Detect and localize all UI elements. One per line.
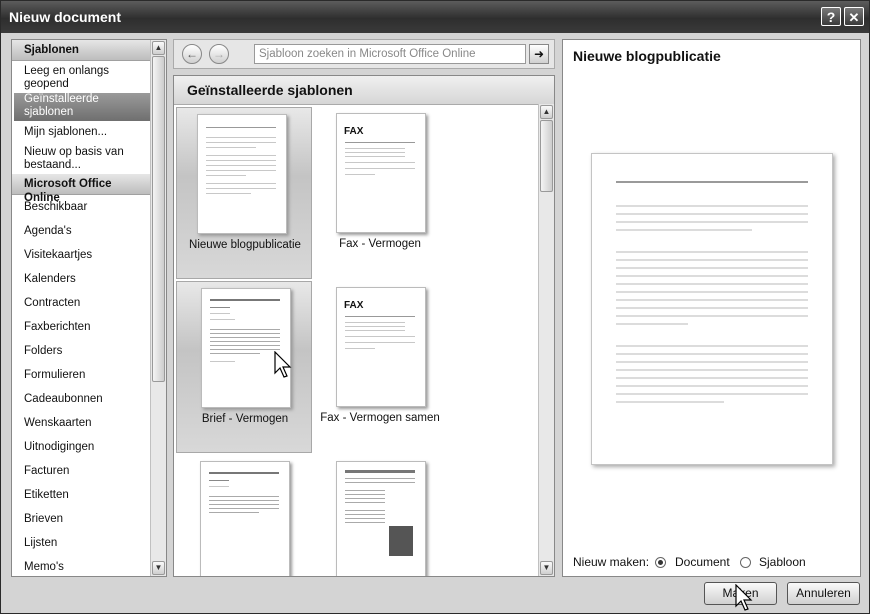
category-panel: Sjablonen Leeg en onlangs geopend Geïnst… [11,39,167,577]
sidebar-item-online[interactable]: Faxberichten [12,315,150,339]
thumb-fax-text: FAX [344,300,364,311]
sidebar-item-installed[interactable]: Geïnstalleerde sjablonen [14,93,150,121]
template-thumbnail: FAX [336,113,426,233]
sidebar-item-online[interactable]: Wenskaarten [12,411,150,435]
go-arrow-icon[interactable]: ➜ [529,44,549,64]
template-thumbnail [197,114,287,234]
template-label: Fax - Vermogen [339,238,421,250]
window-title: Nieuw document [9,9,122,25]
gallery-header: Geïnstalleerde sjablonen [174,76,554,105]
template-tile-6[interactable] [312,455,448,576]
template-label: Nieuwe blogpublicatie [189,239,301,251]
template-label: Brief - Vermogen [201,413,289,425]
scroll-up-icon[interactable]: ▲ [152,41,165,55]
preview-panel: Nieuwe blogpublicatie Nieuw maken: Docum… [562,39,861,577]
template-gallery: Geïnstalleerde sjablonen Nieuwe blogpubl… [173,75,555,577]
section-header-online: Microsoft Office Online [12,174,150,204]
preview-title: Nieuwe blogpublicatie [573,48,721,64]
online-category-list: Beschikbaar Agenda's Visitekaartjes Kalende… [12,195,150,576]
sidebar-item-online[interactable]: Memo's [12,555,150,576]
sidebar-item-online[interactable]: Beschikbaar [12,195,150,219]
template-thumbnail [201,288,291,408]
sidebar-item-online[interactable]: Kalenders [12,267,150,291]
create-as-label: Nieuw maken: [573,555,650,569]
gallery-scrollbar[interactable]: ▲ ▼ [538,104,554,576]
sidebar-item-from-existing[interactable]: Nieuw op basis van bestaand... [12,146,150,174]
mouse-cursor-icon [274,351,292,378]
radio-document-label: Document [675,555,730,569]
scroll-up-icon[interactable]: ▲ [540,105,553,119]
close-button[interactable]: ✕ [844,7,864,26]
gallery-title: Geïnstalleerde sjablonen [187,82,353,98]
sidebar-item-online[interactable]: Agenda's [12,219,150,243]
sidebar-item-online[interactable]: Lijsten [12,531,150,555]
thumb-fax-text: FAX [344,126,364,137]
scroll-down-icon[interactable]: ▼ [152,561,165,575]
sidebar-item-online[interactable]: Formulieren [12,363,150,387]
template-thumbnail [200,461,290,576]
radio-document[interactable] [655,557,666,568]
sidebar-item-online[interactable]: Uitnodigingen [12,435,150,459]
title-bar: Nieuw document ? ✕ [1,1,869,33]
template-thumbnail [336,461,426,576]
template-tile-5[interactable] [176,455,312,576]
section-header-sjablonen: Sjablonen [12,40,150,61]
sidebar-item-online[interactable]: Facturen [12,459,150,483]
template-thumbnail: FAX [336,287,426,407]
navigation-toolbar: ← → Sjabloon zoeken in Microsoft Office … [173,39,555,69]
template-tile-fax[interactable]: FAX Fax - Vermogen [312,107,448,279]
mouse-cursor-icon [735,584,753,611]
scroll-thumb[interactable] [152,56,165,382]
forward-arrow-icon[interactable]: → [209,44,229,64]
sidebar-item-online[interactable]: Contracten [12,291,150,315]
sidebar-item-recent[interactable]: Leeg en onlangs geopend [12,65,150,93]
sidebar-item-online[interactable]: Cadeaubonnen [12,387,150,411]
sidebar-item-online[interactable]: Brieven [12,507,150,531]
sidebar-item-online[interactable]: Etiketten [12,483,150,507]
template-label: Fax - Vermogen samen [320,412,440,424]
cancel-button[interactable]: Annuleren [787,582,860,605]
radio-template[interactable] [740,557,751,568]
search-input[interactable]: Sjabloon zoeken in Microsoft Office Onli… [254,44,526,64]
radio-template-label: Sjabloon [759,555,806,569]
template-tile-fax-samen[interactable]: FAX Fax - Vermogen samen [312,281,448,453]
back-arrow-icon[interactable]: ← [182,44,202,64]
sidebar-item-my-templates[interactable]: Mijn sjablonen... [12,126,150,146]
help-button[interactable]: ? [821,7,841,26]
preview-document [591,153,833,465]
template-tile-blog[interactable]: Nieuwe blogpublicatie [176,107,312,279]
sidebar-item-online[interactable]: Visitekaartjes [12,243,150,267]
category-scrollbar[interactable]: ▲ ▼ [150,40,166,576]
scroll-thumb[interactable] [540,120,553,192]
sidebar-item-online[interactable]: Folders [12,339,150,363]
scroll-down-icon[interactable]: ▼ [540,561,553,575]
dialog-window: Nieuw document ? ✕ Sjablonen Leeg en onl… [0,0,870,614]
